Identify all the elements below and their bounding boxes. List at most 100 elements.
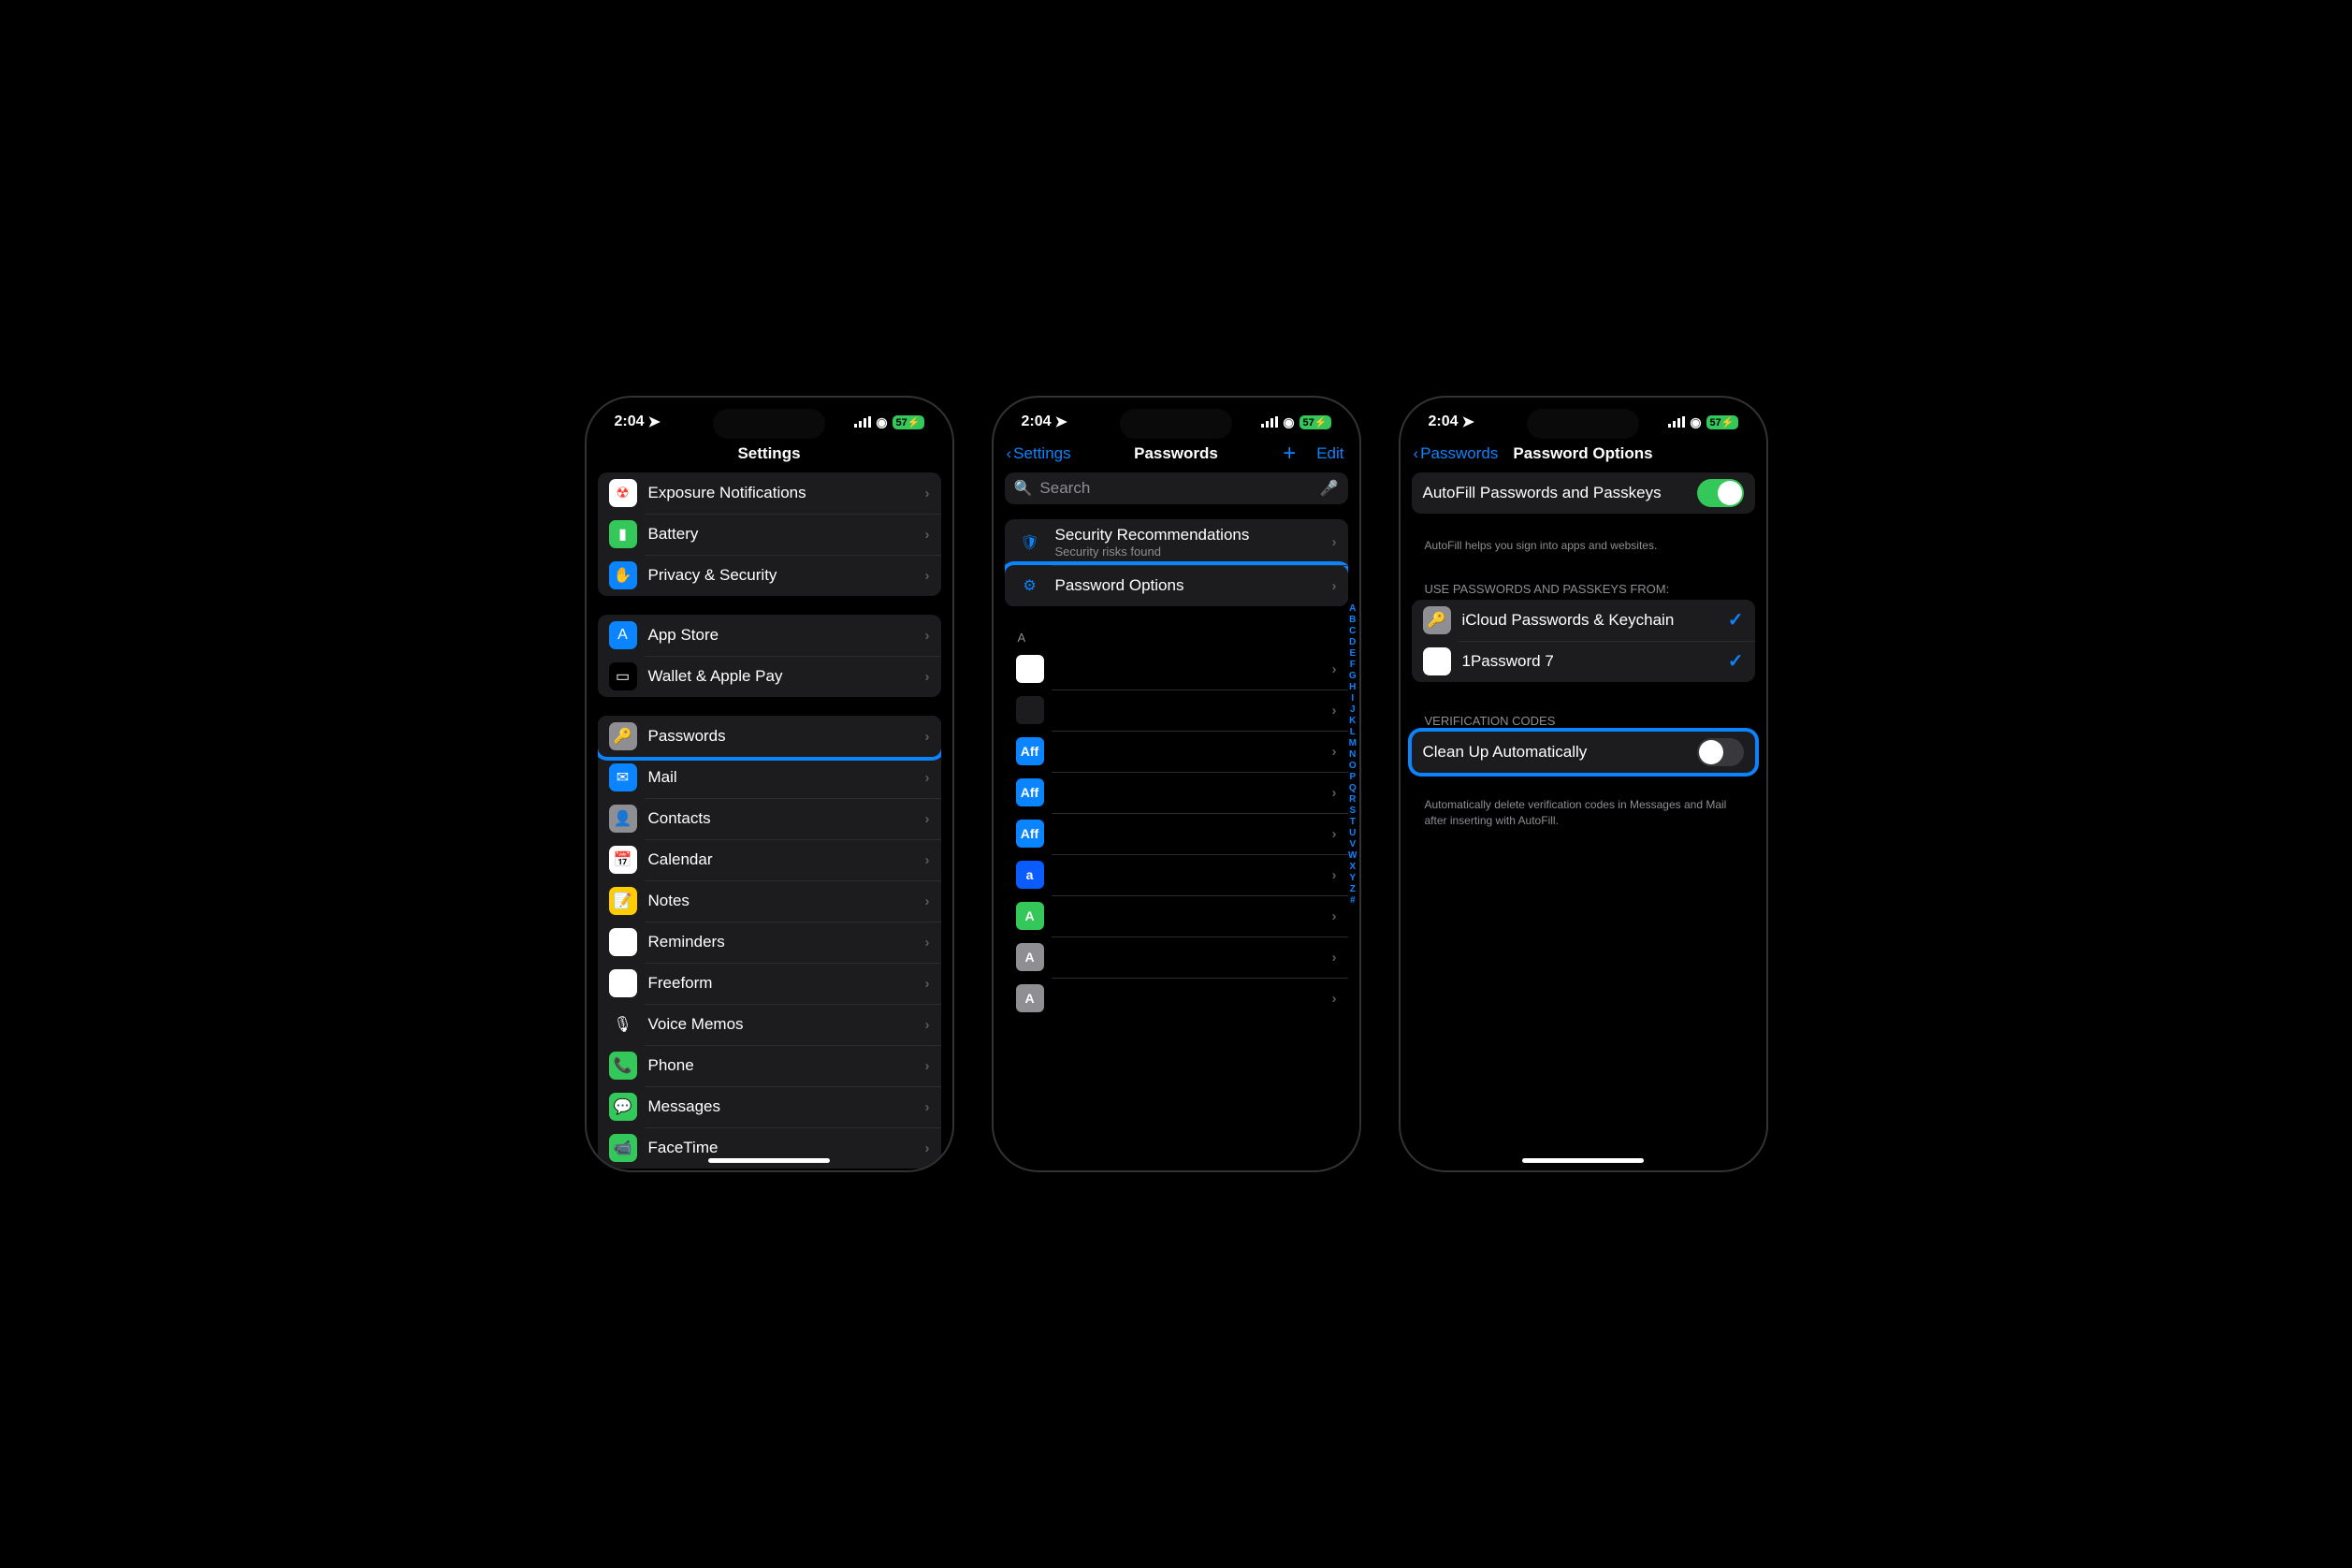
index-letter[interactable]: A (1349, 603, 1356, 615)
password-entry[interactable]: a› (1005, 854, 1348, 895)
settings-row-notes[interactable]: 📝Notes› (598, 880, 941, 922)
settings-list[interactable]: ☢Exposure Notifications› ▮ Battery › ✋Privac… (587, 472, 952, 1170)
index-letter[interactable]: J (1350, 704, 1356, 716)
index-letter[interactable]: F (1350, 660, 1356, 671)
option-security-recommendations[interactable]: 🛡Security RecommendationsSecurity risks … (1005, 519, 1348, 565)
index-letter[interactable]: E (1349, 648, 1356, 660)
index-letter[interactable]: I (1351, 693, 1354, 704)
settings-row-privacy-security[interactable]: ✋Privacy & Security› (598, 555, 941, 596)
chevron-right-icon: › (1332, 991, 1337, 1007)
index-letter[interactable]: O (1349, 761, 1357, 772)
messages-icon: 💬 (609, 1093, 637, 1121)
index-letter[interactable]: M (1349, 738, 1357, 749)
index-letter[interactable]: H (1349, 682, 1356, 693)
search-field[interactable]: 🔍 🎤 (1005, 472, 1348, 504)
chevron-right-icon: › (1332, 826, 1337, 842)
edit-button[interactable]: Edit (1316, 444, 1343, 463)
index-letter[interactable]: T (1350, 817, 1356, 828)
mic-icon[interactable]: 🎤 (1320, 479, 1339, 498)
option-password-options[interactable]: ⚙Password Options› (1005, 565, 1348, 606)
options-list[interactable]: AutoFill Passwords and Passkeys AutoFill… (1401, 472, 1766, 1170)
settings-row-reminders[interactable]: ☑Reminders› (598, 922, 941, 963)
index-letter[interactable]: G (1349, 671, 1357, 682)
settings-row-calendar[interactable]: 📅Calendar› (598, 839, 941, 880)
index-letter[interactable]: P (1349, 772, 1356, 783)
password-entry[interactable]: › (1005, 648, 1348, 690)
index-bar[interactable]: ABCDEFGHIJKLMNOPQRSTUVWXYZ# (1348, 603, 1357, 907)
nav-bar: ‹ Passwords Password Options (1401, 439, 1766, 472)
chevron-left-icon: ‹ (1414, 444, 1419, 463)
back-button[interactable]: ‹ Passwords (1414, 444, 1499, 463)
mail-icon: ✉ (609, 763, 637, 791)
sliders-icon: ⚙ (1016, 572, 1044, 600)
site-icon: Aff (1016, 737, 1044, 765)
settings-row-passwords[interactable]: 🔑Passwords› (598, 716, 941, 757)
site-icon (1016, 655, 1044, 683)
settings-row-messages[interactable]: 💬Messages› (598, 1086, 941, 1127)
add-button[interactable]: + (1283, 441, 1296, 467)
battery-icon: ▮ (609, 520, 637, 548)
provider-1password-7[interactable]: ①1Password 7✓ (1412, 641, 1755, 682)
index-letter[interactable]: R (1349, 794, 1356, 806)
row-label: Passwords (648, 727, 925, 746)
password-entry[interactable]: Aff › (1005, 813, 1348, 854)
password-entry[interactable]: Aff› (1005, 772, 1348, 813)
password-entry[interactable]: Aff› (1005, 731, 1348, 772)
site-icon: Aff (1016, 820, 1044, 848)
index-letter[interactable]: B (1349, 615, 1356, 626)
search-input[interactable] (1039, 479, 1312, 498)
settings-row-wallet-apple-pay[interactable]: ▭Wallet & Apple Pay› (598, 656, 941, 697)
passwords-list[interactable]: 🔍 🎤 🛡Security RecommendationsSecurity ri… (994, 472, 1359, 1170)
settings-row-app-store[interactable]: AApp Store› (598, 615, 941, 656)
index-letter[interactable]: # (1350, 895, 1356, 907)
cleanup-toggle-row[interactable]: Clean Up Automatically (1412, 732, 1755, 773)
provider-icloud-passwords-keychain[interactable]: 🔑iCloud Passwords & Keychain✓ (1412, 600, 1755, 641)
back-button[interactable]: ‹ Settings (1007, 444, 1071, 463)
settings-row-freeform[interactable]: 〰Freeform› (598, 963, 941, 1004)
index-letter[interactable]: X (1349, 862, 1356, 873)
row-label: Battery (648, 525, 925, 544)
chevron-left-icon: ‹ (1007, 444, 1012, 463)
password-entry[interactable]: › (1005, 690, 1348, 731)
index-letter[interactable]: Y (1349, 873, 1356, 884)
settings-row-phone[interactable]: 📞Phone› (598, 1045, 941, 1086)
autofill-toggle-row[interactable]: AutoFill Passwords and Passkeys (1412, 472, 1755, 514)
chevron-right-icon: › (925, 976, 930, 992)
phone-icon: 📞 (609, 1052, 637, 1080)
home-indicator[interactable] (1522, 1158, 1644, 1163)
index-letter[interactable]: Q (1349, 783, 1357, 794)
index-letter[interactable]: K (1349, 716, 1356, 727)
chevron-right-icon: › (1332, 785, 1337, 801)
index-letter[interactable]: D (1349, 637, 1356, 648)
key-icon: 🔑 (609, 722, 637, 750)
site-icon: A (1016, 984, 1044, 1012)
row-label: Freeform (648, 974, 925, 993)
dynamic-island (1527, 409, 1639, 439)
home-indicator[interactable] (708, 1158, 830, 1163)
index-letter[interactable]: U (1349, 828, 1356, 839)
wifi-icon: ◉ (1690, 414, 1701, 430)
settings-row-mail[interactable]: ✉Mail› (598, 757, 941, 798)
settings-row-voice-memos[interactable]: 🎙Voice Memos› (598, 1004, 941, 1045)
settings-row-exposure-notifications[interactable]: ☢Exposure Notifications› (598, 472, 941, 514)
row-label: Wallet & Apple Pay (648, 667, 925, 686)
site-icon (1016, 696, 1044, 724)
signal-icon (1261, 416, 1278, 428)
index-letter[interactable]: C (1349, 626, 1356, 637)
status-time: 2:04 (1022, 414, 1052, 430)
index-letter[interactable]: L (1350, 727, 1356, 738)
index-letter[interactable]: Z (1350, 884, 1356, 895)
autofill-toggle[interactable] (1697, 479, 1744, 507)
index-letter[interactable]: N (1349, 749, 1356, 761)
password-entry[interactable]: A› (1005, 936, 1348, 978)
cleanup-toggle[interactable] (1697, 738, 1744, 766)
index-letter[interactable]: V (1349, 839, 1356, 850)
password-entry[interactable]: A› (1005, 978, 1348, 1019)
settings-row-contacts[interactable]: 👤Contacts› (598, 798, 941, 839)
settings-row-battery[interactable]: ▮Battery› (598, 514, 941, 555)
providers-header: USE PASSWORDS AND PASSKEYS FROM: (1412, 576, 1755, 600)
password-entry[interactable]: A› (1005, 895, 1348, 936)
index-letter[interactable]: W (1348, 850, 1357, 862)
index-letter[interactable]: S (1349, 806, 1356, 817)
hand-icon: ✋ (609, 561, 637, 589)
